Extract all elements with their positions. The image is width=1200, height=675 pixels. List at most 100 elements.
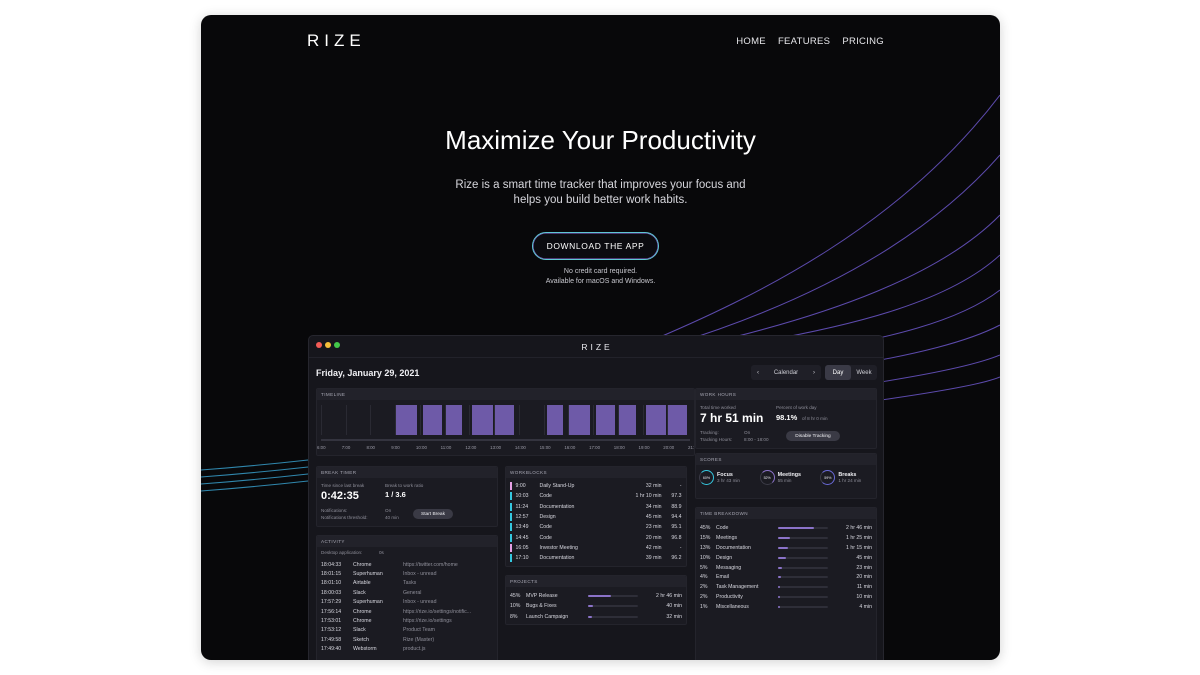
cta-note-line-2: Available for macOS and Windows. [545,278,656,285]
download-app-button[interactable]: DOWNLOAD THE APP [532,232,659,260]
calendar-label[interactable]: Calendar [774,370,798,376]
breakdown-meter [778,606,828,609]
start-break-button[interactable]: Start Break [413,509,453,519]
activity-row[interactable]: 18:01:10 Airtable Tasks [321,579,497,588]
site-logo[interactable]: RIZE [307,31,366,51]
workblock-score: 88.9 [671,503,682,510]
activity-app: Superhuman [353,571,383,578]
activity-time: 18:04:33 [321,561,342,568]
activity-detail: product.js [403,646,426,653]
workblock-row[interactable]: 13:49 Code 23 min 95.1 [510,522,684,532]
project-row[interactable]: 10% Bugs & Fixes 40 min [510,601,684,611]
timeline-tick-label: 18:00 [613,445,625,450]
activity-row[interactable]: 17:53:01 Chrome https://rize.io/settings [321,616,497,625]
activity-app: Slack [353,589,366,596]
project-meter [588,605,638,608]
activity-row[interactable]: 18:01:15 Superhuman Inbox - unread [321,569,497,578]
breakdown-row[interactable]: 10% Design 45 min [700,553,874,563]
activity-app: Webstorm [353,646,377,653]
workblock-time: 14:45 [515,534,529,541]
chevron-left-icon[interactable]: ‹ [757,370,759,376]
workblock-row[interactable]: 11:24 Documentation 34 min 88.9 [510,502,684,512]
workblock-row[interactable]: 12:57 Design 45 min 94.4 [510,512,684,522]
projects-panel: PROJECTS 45% MVP Release 2 hr 46 min 10% Bug… [505,575,687,625]
breakdown-name: Design [716,554,733,561]
breakdown-name: Task Management [716,584,759,591]
score-item[interactable]: 52% Meetings 55 min [759,470,815,485]
activity-row[interactable]: 17:49:58 Sketch Rize (Master) [321,635,497,644]
breakdown-duration: 11 min [856,584,872,591]
breakdown-meter-fill [778,526,814,529]
score-item[interactable]: 60% Focus 3 hr 43 min [699,470,754,485]
breakdown-duration: 45 min [856,554,872,561]
timeline-activity-block [546,405,564,435]
project-row[interactable]: 45% MVP Release 2 hr 46 min [510,591,684,601]
threshold-value: 40 min [385,515,399,520]
activity-row[interactable]: 17:53:12 Slack Product Team [321,626,497,635]
timeline-activity-block [569,405,591,435]
workblock-row[interactable]: 14:45 Code 20 min 96.8 [510,532,684,542]
break-ratio-value: 1 / 3.6 [385,490,406,499]
breakdown-percent: 5% [700,564,708,571]
score-text: Focus 3 hr 43 min [717,472,740,483]
activity-row[interactable]: 17:57:29 Superhuman Inbox - unread [321,598,497,607]
score-duration: 3 hr 43 min [717,478,740,483]
score-item[interactable]: 59% Breaks 1 hr 24 min [820,470,875,485]
workblock-score: 96.8 [671,534,682,541]
breakdown-meter-fill [778,566,782,569]
breakdown-row[interactable]: 13% Documentation 1 hr 15 min [700,543,874,553]
workblock-row[interactable]: 10:03 Code 1 hr 10 min 97.3 [510,491,684,501]
breakdown-meter [778,566,828,569]
breakdown-percent: 2% [700,584,708,591]
nav-pricing[interactable]: PRICING [842,36,884,47]
workblock-row[interactable]: 17:10 Documentation 39 min 96.2 [510,553,684,563]
project-name: Bugs & Fixes [526,603,557,610]
activity-row[interactable]: 17:49:40 Webstorm product.js [321,645,497,654]
breakdown-row[interactable]: 15% Meetings 1 hr 25 min [700,533,874,543]
hero-subtitle-line-1: Rize is a smart time tracker that improv… [455,179,746,191]
breakdown-row[interactable]: 4% Email 20 min [700,572,874,582]
project-duration: 2 hr 46 min [656,593,682,600]
view-day-button[interactable]: Day [825,365,851,380]
workblock-name: Documentation [539,555,575,562]
breakdown-row[interactable]: 1% Miscellaneous 4 min [700,602,874,612]
breakdown-row[interactable]: 45% Code 2 hr 46 min [700,523,874,533]
activity-row[interactable]: 18:04:33 Chrome https://twitter.com/home [321,560,497,569]
breakdown-row[interactable]: 2% Task Management 11 min [700,582,874,592]
tracking-value: On [744,430,751,435]
activity-title: ACTIVITY [317,536,497,547]
view-week-button[interactable]: Week [851,365,877,380]
activity-row[interactable]: 18:00:03 Slack General [321,588,497,597]
projects-list: 45% MVP Release 2 hr 46 min 10% Bugs & Fixes… [510,591,684,622]
chevron-right-icon[interactable]: › [813,370,815,376]
timeline-tick-label: 16:00 [564,445,576,450]
breakdown-meter-fill [778,586,780,589]
project-meter-fill [588,595,611,598]
disable-tracking-button[interactable]: Disable Tracking [786,431,840,441]
project-row[interactable]: 8% Launch Campaign 32 min [510,612,684,622]
nav-home[interactable]: HOME [736,36,766,47]
app-window: RIZE Friday, January 29, 2021 ‹ Calendar… [308,335,884,660]
breakdown-row[interactable]: 5% Messaging 23 min [700,563,874,573]
score-percent: 60% [702,475,711,480]
timeline-activity-block [396,405,417,435]
score-duration: 55 min [777,478,792,483]
activity-time: 17:53:12 [321,627,342,634]
timeline-panel: TIMELINE 6:00 7:00 8:00 9:00 10:00 11:00 12:00… [316,388,695,456]
break-timer-panel: BREAK TIMER Time since last break 0:42:3… [316,466,498,527]
workblock-row[interactable]: 9:00 Daily Stand-Up 32 min - [510,481,684,491]
breakdown-meter [778,526,828,529]
workblock-row[interactable]: 16:05 Investor Meeting 42 min - [510,543,684,553]
activity-app: Superhuman [353,599,383,606]
activity-row[interactable]: 17:56:14 Chrome https://rize.io/settings/n… [321,607,497,616]
breakdown-duration: 1 hr 25 min [846,534,872,541]
time-breakdown-list: 45% Code 2 hr 46 min 15% Meetings 1 hr 25 min… [700,523,874,612]
activity-detail: Rize (Master) [403,636,435,643]
breakdown-name: Meetings [716,534,738,541]
nav-features[interactable]: FEATURES [778,36,830,47]
breakdown-row[interactable]: 2% Productivity 10 min [700,592,874,602]
activity-app: Sketch [353,636,369,643]
time-breakdown-title: TIME BREAKDOWN [696,508,876,519]
tracking-hours-value: 8:00 - 18:00 [744,437,769,442]
workblock-name: Daily Stand-Up [539,483,575,490]
